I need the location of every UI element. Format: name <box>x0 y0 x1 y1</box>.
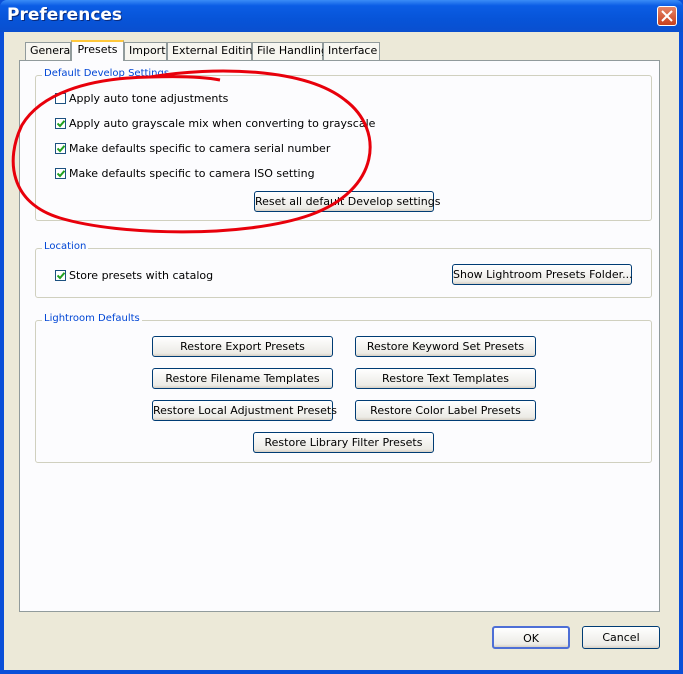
auto-grayscale-option[interactable]: Apply auto grayscale mix when converting… <box>55 117 375 130</box>
auto-tone-option[interactable]: Apply auto tone adjustments <box>55 92 228 105</box>
presets-panel: Default Develop Settings Apply auto tone… <box>19 60 660 612</box>
store-presets-label: Store presets with catalog <box>69 269 214 282</box>
ok-button[interactable]: OK <box>492 626 570 649</box>
iso-setting-label: Make defaults specific to camera ISO set… <box>69 167 315 180</box>
store-presets-checkbox[interactable] <box>55 270 66 281</box>
title-bar[interactable]: Preferences <box>0 0 683 32</box>
iso-setting-checkbox[interactable] <box>55 168 66 179</box>
tab-import[interactable]: Import <box>124 42 167 60</box>
cancel-button[interactable]: Cancel <box>582 626 660 649</box>
auto-tone-label: Apply auto tone adjustments <box>69 92 229 105</box>
show-presets-folder-button[interactable]: Show Lightroom Presets Folder... <box>452 264 633 285</box>
checkmark-icon <box>57 272 65 280</box>
restore-color-label-button[interactable]: Restore Color Label Presets <box>355 400 536 421</box>
checkmark-icon <box>57 145 65 153</box>
tab-file-handling[interactable]: File Handling <box>252 42 328 60</box>
location-group: Location Store presets with catalog Show… <box>35 241 652 298</box>
lightroom-defaults-group: Lightroom Defaults Restore Export Preset… <box>35 313 652 463</box>
serial-number-option[interactable]: Make defaults specific to camera serial … <box>55 142 330 155</box>
reset-develop-button[interactable]: Reset all default Develop settings <box>254 191 440 212</box>
close-button[interactable] <box>657 6 677 26</box>
location-group-label: Location <box>42 241 89 252</box>
tab-presets[interactable]: Presets <box>71 40 124 61</box>
restore-text-templates-button[interactable]: Restore Text Templates <box>355 368 536 389</box>
serial-number-label: Make defaults specific to camera serial … <box>69 142 331 155</box>
auto-tone-checkbox[interactable] <box>55 93 66 104</box>
restore-filename-templates-button[interactable]: Restore Filename Templates <box>152 368 333 389</box>
close-icon <box>661 10 673 22</box>
restore-library-filter-button[interactable]: Restore Library Filter Presets <box>253 432 434 453</box>
tab-interface[interactable]: Interface <box>323 42 380 60</box>
restore-local-adjustment-button[interactable]: Restore Local Adjustment Presets <box>152 400 337 421</box>
preferences-window: Preferences General Presets Import Exter… <box>0 0 683 674</box>
checkmark-icon <box>57 170 65 178</box>
auto-grayscale-label: Apply auto grayscale mix when converting… <box>69 117 376 130</box>
tab-external-editing[interactable]: External Editing <box>167 42 259 60</box>
iso-setting-option[interactable]: Make defaults specific to camera ISO set… <box>55 167 315 180</box>
restore-export-presets-button[interactable]: Restore Export Presets <box>152 336 333 357</box>
auto-grayscale-checkbox[interactable] <box>55 118 66 129</box>
restore-keyword-presets-button[interactable]: Restore Keyword Set Presets <box>355 336 536 357</box>
serial-number-checkbox[interactable] <box>55 143 66 154</box>
develop-settings-group: Default Develop Settings Apply auto tone… <box>35 68 652 221</box>
store-presets-option[interactable]: Store presets with catalog <box>55 269 213 282</box>
window-title: Preferences <box>7 5 123 25</box>
tab-general[interactable]: General <box>25 42 73 60</box>
checkmark-icon <box>57 120 65 128</box>
develop-group-label: Default Develop Settings <box>42 68 172 79</box>
dialog-body: General Presets Import External Editing … <box>4 32 679 670</box>
lightroom-defaults-label: Lightroom Defaults <box>42 313 142 324</box>
